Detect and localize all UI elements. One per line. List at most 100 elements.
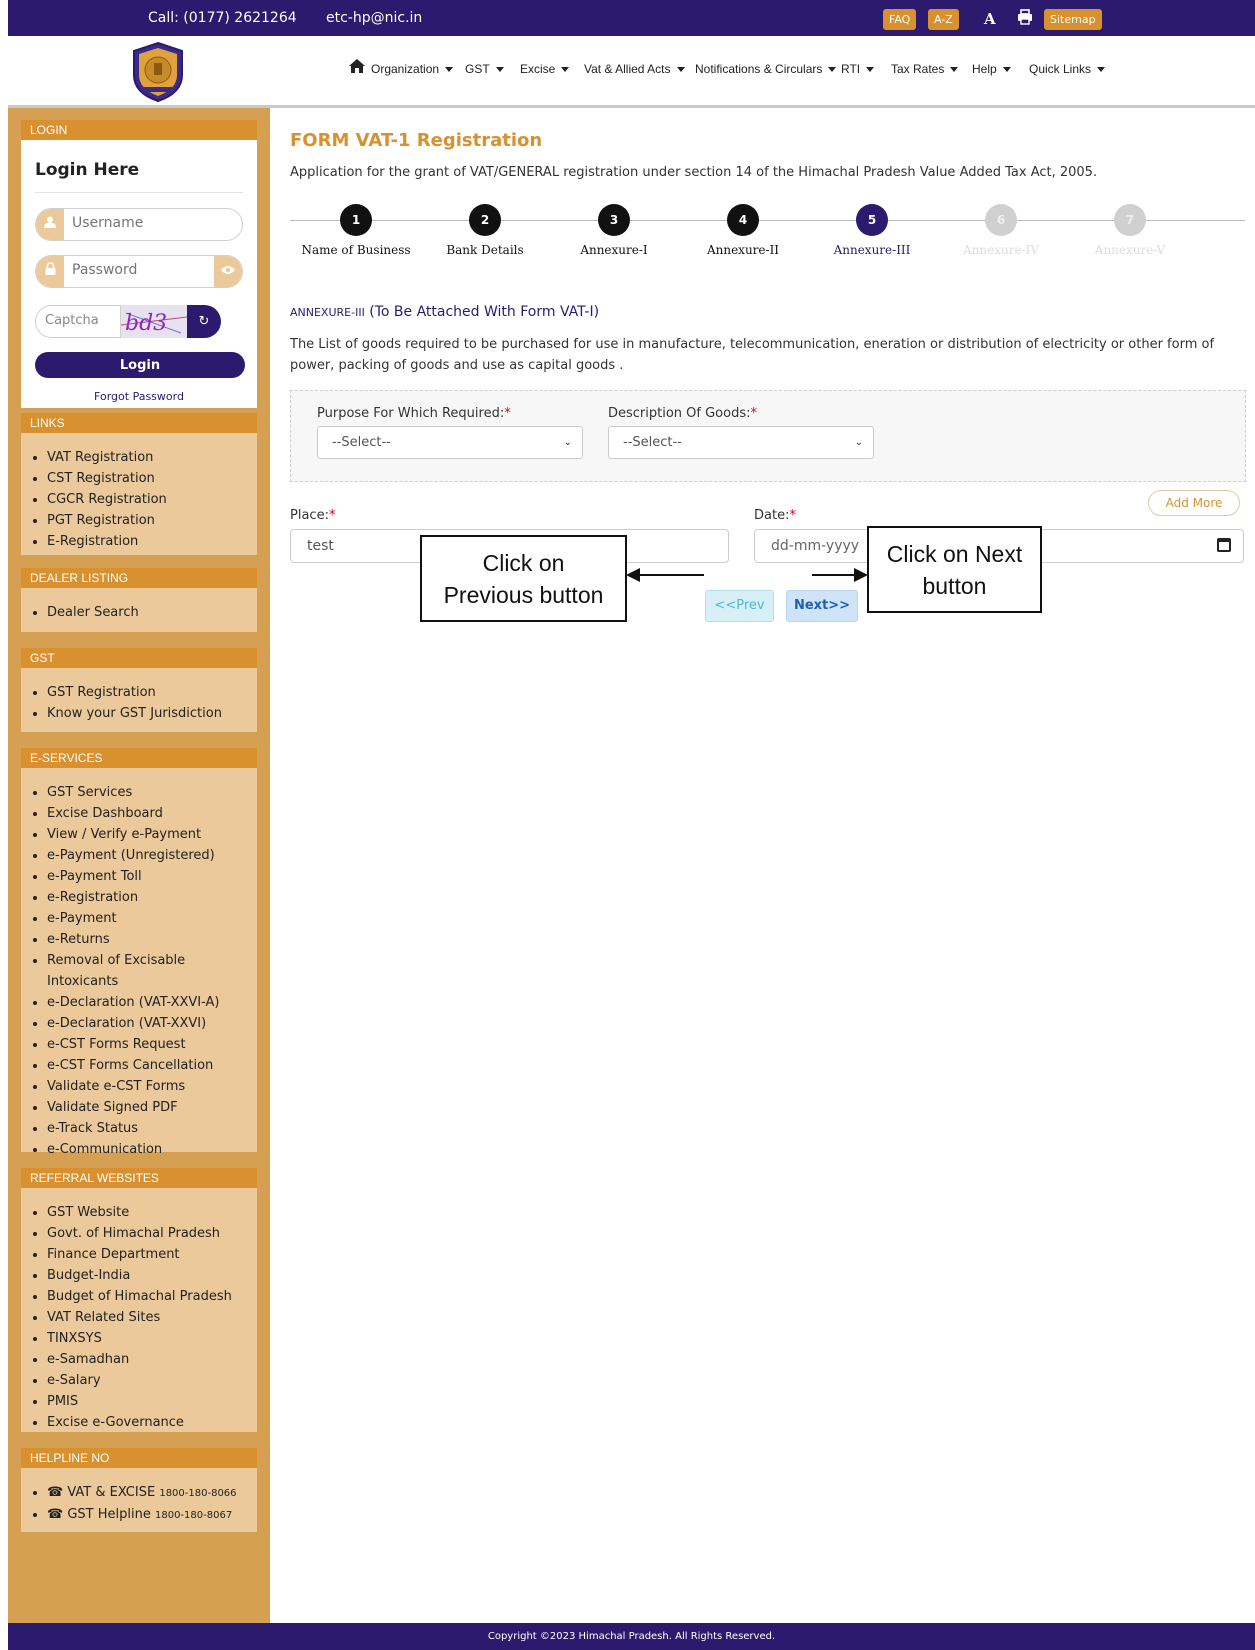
nav-quick-links[interactable]: Quick Links xyxy=(1029,62,1106,76)
link-e-returns[interactable]: e-Returns xyxy=(47,929,257,950)
step-4[interactable]: 4 Annexure-II xyxy=(678,204,808,257)
nav-rti[interactable]: RTI xyxy=(841,62,875,76)
login-button[interactable]: Login xyxy=(35,352,245,378)
step-3[interactable]: 3 Annexure-I xyxy=(549,204,679,257)
state-emblem-logo[interactable] xyxy=(130,41,186,103)
required-mark: * xyxy=(750,406,758,421)
link-excise-dashboard[interactable]: Excise Dashboard xyxy=(47,803,257,824)
link-e-salary[interactable]: e-Salary xyxy=(47,1370,257,1391)
link-gst-services[interactable]: GST Services xyxy=(47,782,257,803)
home-icon[interactable] xyxy=(348,58,366,78)
next-button[interactable]: Next>> xyxy=(786,590,858,622)
e-services-panel: E-SERVICES GST Services Excise Dashboard… xyxy=(21,748,257,1157)
required-mark: * xyxy=(504,406,511,421)
calendar-icon[interactable] xyxy=(1217,538,1231,552)
link-vat-related-sites[interactable]: VAT Related Sites xyxy=(47,1307,257,1328)
link-cst-registration[interactable]: CST Registration xyxy=(47,468,257,489)
prev-button[interactable]: <<Prev xyxy=(705,590,774,622)
nav-help[interactable]: Help xyxy=(972,62,1011,76)
link-pgt-registration[interactable]: PGT Registration xyxy=(47,510,257,531)
link-budget-himachal[interactable]: Budget of Himachal Pradesh xyxy=(47,1286,257,1307)
goods-label-text: Description Of Goods: xyxy=(608,406,751,421)
purpose-select[interactable]: --Select-- ⌄ xyxy=(317,426,583,459)
username-field[interactable] xyxy=(35,208,243,241)
link-finance-department[interactable]: Finance Department xyxy=(47,1244,257,1265)
step-5[interactable]: 5 Annexure-III xyxy=(807,204,937,257)
username-input[interactable] xyxy=(72,215,222,231)
step-7[interactable]: 7 Annexure-V xyxy=(1065,204,1195,257)
forgot-password-link[interactable]: Forgot Password xyxy=(21,390,257,403)
font-size-icon[interactable]: A xyxy=(984,9,996,29)
nav-excise[interactable]: Excise xyxy=(520,62,570,76)
link-e-track-status[interactable]: e-Track Status xyxy=(47,1118,257,1139)
link-e-payment-unregistered[interactable]: e-Payment (Unregistered) xyxy=(47,845,257,866)
nav-vat-allied-acts[interactable]: Vat & Allied Acts xyxy=(584,62,685,76)
faq-button[interactable]: FAQ xyxy=(883,9,917,30)
az-button[interactable]: A-Z xyxy=(928,9,959,30)
add-more-button[interactable]: Add More xyxy=(1148,490,1240,516)
chevron-down-icon: ⌄ xyxy=(854,437,863,448)
nav-organization[interactable]: Organization xyxy=(371,62,454,76)
required-mark: * xyxy=(328,508,336,523)
link-e-registration-service[interactable]: e-Registration xyxy=(47,887,257,908)
link-e-declaration-xxvi[interactable]: e-Declaration (VAT-XXVI) xyxy=(47,1013,257,1034)
link-e-samadhan[interactable]: e-Samadhan xyxy=(47,1349,257,1370)
top-bar: Call: (0177) 2621264 etc-hp@nic.in FAQ A… xyxy=(8,0,1255,36)
refresh-captcha-icon[interactable]: ↻ xyxy=(187,305,221,338)
step-label: Annexure-V xyxy=(1094,243,1166,257)
contact-email[interactable]: etc-hp@nic.in xyxy=(326,10,422,26)
link-e-payment[interactable]: e-Payment xyxy=(47,908,257,929)
link-excise-e-governance[interactable]: Excise e-Governance xyxy=(47,1412,257,1433)
link-tinxsys[interactable]: TINXSYS xyxy=(47,1328,257,1349)
referral-websites-header: REFERRAL WEBSITES xyxy=(21,1168,257,1188)
link-e-payment-toll[interactable]: e-Payment Toll xyxy=(47,866,257,887)
goods-select[interactable]: --Select-- ⌄ xyxy=(608,426,874,459)
link-e-cst-forms-request[interactable]: e-CST Forms Request xyxy=(47,1034,257,1055)
captcha-image: bd3 xyxy=(121,305,187,338)
link-budget-india[interactable]: Budget-India xyxy=(47,1265,257,1286)
nav-label: Organization xyxy=(371,62,440,76)
step-2[interactable]: 2 Bank Details xyxy=(420,204,550,257)
link-e-communication[interactable]: e-Communication xyxy=(47,1139,257,1160)
helpline-number[interactable]: 1800-180-8066 xyxy=(159,1488,236,1499)
print-icon[interactable] xyxy=(1017,9,1033,30)
step-label: Name of Business xyxy=(301,243,411,257)
link-validate-e-cst-forms[interactable]: Validate e-CST Forms xyxy=(47,1076,257,1097)
link-govt-himachal[interactable]: Govt. of Himachal Pradesh xyxy=(47,1223,257,1244)
link-e-declaration-xxvi-a[interactable]: e-Declaration (VAT-XXVI-A) xyxy=(47,992,257,1013)
password-input[interactable] xyxy=(72,262,222,278)
link-dealer-search[interactable]: Dealer Search xyxy=(47,602,257,623)
prev-callout-line2: Previous button xyxy=(443,582,604,608)
page: Call: (0177) 2621264 etc-hp@nic.in FAQ A… xyxy=(8,0,1255,1650)
phone-icon: ☎ xyxy=(47,1507,64,1522)
nav-notifications-circulars[interactable]: Notifications & Circulars xyxy=(695,62,837,76)
login-header: LOGIN xyxy=(21,120,257,140)
link-vat-registration[interactable]: VAT Registration xyxy=(47,447,257,468)
password-field[interactable] xyxy=(35,255,243,288)
annexure-heading: ANNEXURE-III (To Be Attached With Form V… xyxy=(290,304,599,320)
captcha-input[interactable]: Captcha xyxy=(35,305,121,338)
link-gst-registration[interactable]: GST Registration xyxy=(47,682,257,703)
link-validate-signed-pdf[interactable]: Validate Signed PDF xyxy=(47,1097,257,1118)
link-removal-excisable-intoxicants[interactable]: Removal of Excisable Intoxicants xyxy=(47,950,197,992)
link-e-registration[interactable]: E-Registration xyxy=(47,531,257,552)
eye-icon[interactable] xyxy=(214,256,242,287)
nav-label: Notifications & Circulars xyxy=(695,62,823,76)
link-cgcr-registration[interactable]: CGCR Registration xyxy=(47,489,257,510)
step-label: Annexure-III xyxy=(833,243,911,257)
link-gst-website[interactable]: GST Website xyxy=(47,1202,257,1223)
link-e-cst-forms-cancellation[interactable]: e-CST Forms Cancellation xyxy=(47,1055,257,1076)
step-1[interactable]: 1 Name of Business xyxy=(291,204,421,257)
link-pmis[interactable]: PMIS xyxy=(47,1391,257,1412)
helpline-number[interactable]: 1800-180-8067 xyxy=(155,1510,232,1521)
step-6[interactable]: 6 Annexure-IV xyxy=(936,204,1066,257)
goods-label: Description Of Goods:* xyxy=(608,406,757,421)
link-gst-jurisdiction[interactable]: Know your GST Jurisdiction xyxy=(47,703,257,724)
next-callout-line2: button xyxy=(922,573,987,599)
nav-gst[interactable]: GST xyxy=(465,62,504,76)
sitemap-button[interactable]: Sitemap xyxy=(1044,9,1102,30)
purpose-select-value: --Select-- xyxy=(332,435,391,450)
nav-tax-rates[interactable]: Tax Rates xyxy=(891,62,959,76)
chevron-down-icon xyxy=(1097,67,1106,73)
link-verify-e-payment[interactable]: View / Verify e-Payment xyxy=(47,824,257,845)
